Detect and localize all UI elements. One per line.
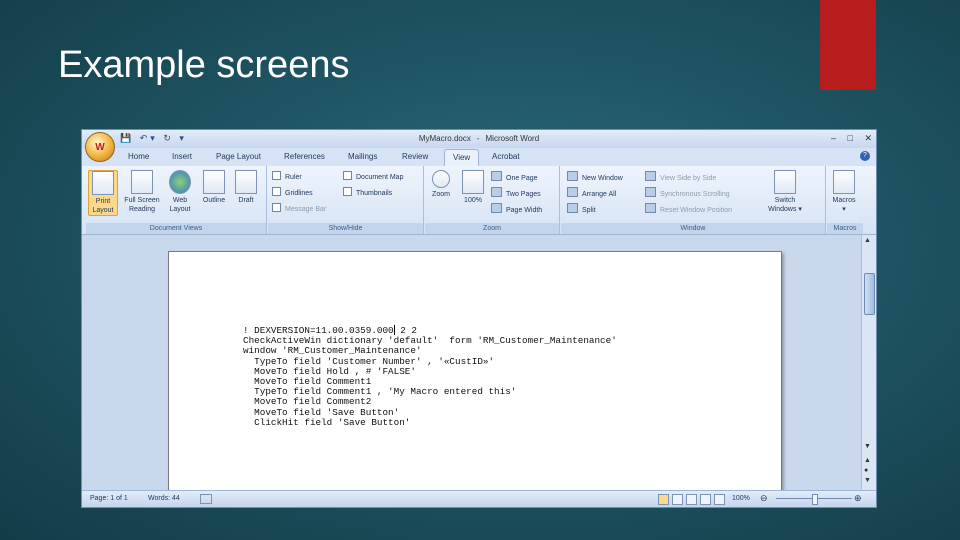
scroll-up-icon[interactable]: ▲ (864, 237, 871, 244)
ribbon-tabs: Home Insert Page Layout References Maili… (82, 148, 876, 166)
split-icon (567, 203, 578, 213)
web-layout-view-icon[interactable] (686, 494, 697, 505)
split-button[interactable]: Split (567, 203, 596, 214)
group-document-views: Print Layout Full Screen Reading Web Layout… (86, 166, 267, 234)
thumbnails-checkbox[interactable]: Thumbnails (343, 187, 392, 197)
full-screen-view-icon[interactable] (672, 494, 683, 505)
zoom-100-icon (462, 170, 484, 194)
group-label: Macros (827, 223, 863, 234)
reset-position-icon (645, 203, 656, 213)
tab-page-layout[interactable]: Page Layout (216, 152, 261, 161)
page-width-icon (491, 203, 502, 213)
word-count[interactable]: Words: 44 (148, 495, 180, 502)
ribbon: Print Layout Full Screen Reading Web Layout… (82, 166, 876, 235)
group-label: Window (561, 223, 825, 234)
macros-button[interactable]: Macros ▾ (830, 170, 858, 214)
full-screen-reading-icon (131, 170, 153, 194)
next-page-icon[interactable]: ▼ (864, 477, 871, 484)
help-icon[interactable]: ? (860, 151, 870, 161)
tab-view[interactable]: View (444, 149, 480, 166)
status-bar: Page: 1 of 1 Words: 44 100% ⊖ ⊕ (82, 490, 876, 507)
group-zoom: Zoom 100% One Page Two Pages Page Width … (425, 166, 560, 234)
vertical-scrollbar[interactable]: ▲ ▼ ▲ ● ▼ (861, 235, 876, 492)
print-layout-button[interactable]: Print Layout (88, 170, 118, 216)
draft-button[interactable]: Draft (232, 170, 260, 205)
group-label: Show/Hide (268, 223, 423, 234)
new-window-icon (567, 171, 578, 181)
view-side-by-side-button[interactable]: View Side by Side (645, 171, 716, 182)
group-window: New Window Arrange All Split View Side b… (561, 166, 826, 234)
document-area[interactable]: ! DEXVERSION=11.00.0359.000 2 2 CheckAct… (82, 235, 864, 503)
proofing-icon[interactable] (200, 494, 212, 504)
new-window-button[interactable]: New Window (567, 171, 623, 182)
two-pages-button[interactable]: Two Pages (491, 187, 541, 198)
draft-view-icon[interactable] (714, 494, 725, 505)
one-page-button[interactable]: One Page (491, 171, 538, 182)
arrange-all-button[interactable]: Arrange All (567, 187, 616, 198)
office-button[interactable]: W (85, 132, 115, 162)
zoom-level[interactable]: 100% (732, 495, 750, 502)
ruler-checkbox[interactable]: Ruler (272, 171, 302, 181)
draft-icon (235, 170, 257, 194)
tab-review[interactable]: Review (402, 152, 428, 161)
zoom-button[interactable]: Zoom (427, 170, 455, 199)
switch-windows-icon (774, 170, 796, 194)
message-bar-checkbox[interactable]: Message Bar (272, 203, 326, 213)
tab-acrobat[interactable]: Acrobat (492, 152, 520, 161)
gridlines-checkbox[interactable]: Gridlines (272, 187, 313, 197)
print-layout-icon (92, 171, 114, 195)
scroll-down-icon[interactable]: ▼ (864, 443, 871, 450)
arrange-all-icon (567, 187, 578, 197)
web-layout-icon (169, 170, 191, 194)
macro-line: ClickHit field 'Save Button' (243, 416, 411, 428)
tab-insert[interactable]: Insert (172, 152, 192, 161)
side-by-side-icon (645, 171, 656, 181)
zoom-100-button[interactable]: 100% (459, 170, 487, 205)
group-label: Document Views (86, 223, 266, 234)
page-count[interactable]: Page: 1 of 1 (90, 495, 128, 502)
macro-text[interactable]: ! DEXVERSION=11.00.0359.000 2 2 CheckAct… (243, 325, 617, 428)
zoom-slider-knob[interactable] (812, 494, 818, 505)
red-accent-bar (820, 0, 876, 90)
group-label: Zoom (425, 223, 559, 234)
group-show-hide: Ruler Gridlines Message Bar Document Map… (268, 166, 424, 234)
page-width-button[interactable]: Page Width (491, 203, 542, 214)
macros-icon (833, 170, 855, 194)
minimize-icon[interactable]: – (831, 133, 836, 143)
document-page[interactable]: ! DEXVERSION=11.00.0359.000 2 2 CheckAct… (168, 251, 782, 503)
window-controls: – □ ✕ (822, 133, 872, 144)
document-map-checkbox[interactable]: Document Map (343, 171, 403, 181)
window-title: MyMacro.docx - Microsoft Word (418, 134, 540, 143)
tab-home[interactable]: Home (128, 152, 149, 161)
synchronous-scrolling-button[interactable]: Synchronous Scrolling (645, 187, 730, 198)
zoom-out-icon[interactable]: ⊖ (760, 493, 768, 504)
print-layout-view-icon[interactable] (658, 494, 669, 505)
slide-title: Example screens (58, 44, 350, 86)
magnifier-icon (432, 170, 450, 188)
reset-window-position-button[interactable]: Reset Window Position (645, 203, 732, 214)
maximize-icon[interactable]: □ (848, 133, 853, 143)
outline-view-icon[interactable] (700, 494, 711, 505)
switch-windows-button[interactable]: Switch Windows ▾ (763, 170, 807, 214)
tab-mailings[interactable]: Mailings (348, 152, 377, 161)
tab-references[interactable]: References (284, 152, 325, 161)
previous-page-icon[interactable]: ▲ (864, 457, 871, 464)
web-layout-button[interactable]: Web Layout (166, 170, 194, 214)
group-macros: Macros ▾ Macros (827, 166, 863, 234)
word-window-screenshot: 💾 ↶▾ ↻ ▾ MyMacro.docx - Microsoft Word – □… (81, 129, 877, 508)
sync-scroll-icon (645, 187, 656, 197)
outline-icon (203, 170, 225, 194)
outline-button[interactable]: Outline (200, 170, 228, 205)
title-bar: 💾 ↶▾ ↻ ▾ MyMacro.docx - Microsoft Word – □… (82, 130, 876, 148)
scroll-thumb[interactable] (864, 273, 875, 315)
one-page-icon (491, 171, 502, 181)
zoom-in-icon[interactable]: ⊕ (854, 493, 862, 504)
close-icon[interactable]: ✕ (864, 133, 872, 143)
select-browse-object-icon[interactable]: ● (864, 467, 868, 474)
two-pages-icon (491, 187, 502, 197)
full-screen-reading-button[interactable]: Full Screen Reading (122, 170, 162, 214)
